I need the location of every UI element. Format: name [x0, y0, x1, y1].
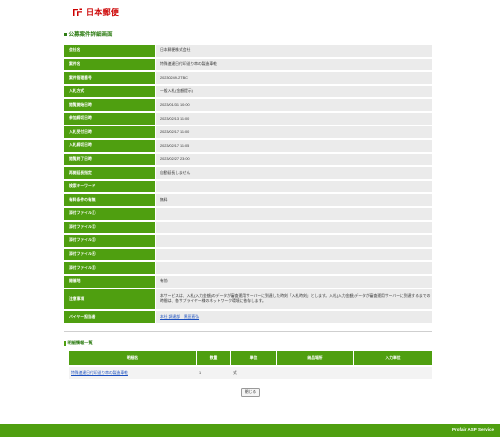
detail-row: 添付ファイル② — [64, 221, 432, 234]
detail-label: 閲覧開始日時 — [64, 99, 156, 111]
col-header-place: 納品場所 — [277, 351, 354, 365]
detail-row: 有料条件の有無 無料 — [64, 194, 432, 207]
detail-value: 2023/02/13 11:00 — [156, 112, 432, 125]
close-button[interactable]: 閉じる — [241, 388, 260, 397]
item-place — [277, 367, 354, 379]
detail-row: 検索キーワード — [64, 180, 432, 193]
items-table-header: 明細名 数量 単位 納品場所 入力単位 — [69, 351, 432, 365]
detail-label: 閲覧終了日時 — [64, 153, 156, 166]
footer: Profair ASP Service — [0, 424, 500, 437]
detail-value: 日本郵便株式会社 — [156, 45, 432, 57]
items-section-title: 明細情報一覧 — [64, 340, 93, 346]
detail-value: 2023/02/27 23:00 — [156, 153, 432, 166]
detail-value: 特殊速達日付印送り串の製造車乾 — [156, 58, 432, 71]
logo-text: 日本郵便 — [86, 7, 120, 17]
items-table: 明細名 数量 単位 納品場所 入力単位 特殊速達日付印送り串の製造車乾 1 式 — [69, 351, 432, 379]
detail-value — [156, 180, 432, 193]
detail-value: 20230249-2TBC — [156, 72, 432, 84]
detail-value — [156, 221, 432, 234]
items-section-title-text: 明細情報一覧 — [67, 340, 93, 345]
detail-label: 検索キーワード — [64, 180, 156, 193]
detail-value: 2023/01/31 10:00 — [156, 99, 432, 111]
detail-row: 会社名 日本郵便株式会社 — [64, 45, 432, 57]
detail-label: 入札方式 — [64, 85, 156, 98]
col-header-unit: 単位 — [231, 351, 277, 365]
item-name-link[interactable]: 特殊速達日付印送り串の製造車乾 — [71, 371, 128, 376]
buyer-contact-link[interactable]: 本社 調達部 黒田直弘 — [160, 315, 199, 320]
item-unit: 式 — [233, 370, 237, 375]
detail-row: 入札締切日時 2023/02/17 11:05 — [64, 140, 432, 152]
detail-label: 注意事項 — [64, 289, 156, 310]
col-header-name: 明細名 — [69, 351, 197, 365]
detail-row: 参加締切日時 2023/02/13 11:00 — [64, 112, 432, 125]
detail-label: 添付ファイル① — [64, 207, 156, 220]
detail-row: 入札受付日時 2023/02/17 11:00 — [64, 126, 432, 139]
detail-label: 添付ファイル⑤ — [64, 262, 156, 274]
detail-label: バイヤー担当者 — [64, 311, 156, 323]
detail-label: 案件管理番号 — [64, 72, 156, 84]
detail-value: 一般入札(金額提示) — [156, 85, 432, 98]
detail-label: 有料条件の有無 — [64, 194, 156, 207]
detail-label: 入札締切日時 — [64, 140, 156, 152]
detail-value: 無料 — [156, 194, 432, 207]
detail-row: 入札方式 一般入札(金額提示) — [64, 85, 432, 98]
detail-label: 再開延長指定 — [64, 167, 156, 179]
detail-value — [156, 235, 432, 247]
section-bar-icon — [64, 340, 66, 346]
item-input-unit — [354, 367, 432, 379]
detail-label: 添付ファイル③ — [64, 235, 156, 247]
table-row: 特殊速達日付印送り串の製造車乾 1 式 — [69, 367, 432, 379]
detail-row: 添付ファイル① — [64, 207, 432, 220]
header: 日本郵便 — [72, 6, 119, 18]
detail-row: 添付ファイル③ — [64, 235, 432, 247]
detail-value: 2023/02/17 11:00 — [156, 126, 432, 139]
detail-row: 案件管理番号 20230249-2TBC — [64, 72, 432, 84]
detail-row: バイヤー担当者 本社 調達部 黒田直弘 — [64, 311, 432, 323]
detail-value: 2023/02/17 11:05 — [156, 140, 432, 152]
detail-label: 案件名 — [64, 58, 156, 71]
detail-row: 案件名 特殊速達日付印送り串の製造車乾 — [64, 58, 432, 71]
detail-label: 添付ファイル② — [64, 221, 156, 234]
detail-label: 参加締切日時 — [64, 112, 156, 125]
detail-label: 添付ファイル④ — [64, 248, 156, 261]
title-bullet-icon — [64, 32, 67, 36]
detail-row: 閲覧終了日時 2023/02/27 23:00 — [64, 153, 432, 166]
detail-label: 会社名 — [64, 45, 156, 57]
detail-value: 有効 — [156, 275, 432, 288]
detail-value: 本サービスは、入札(入力金額)のデータが審査運用サーバーに到達した時刻「入札時刻… — [156, 289, 432, 310]
detail-row: 添付ファイル⑤ — [64, 262, 432, 274]
page-title-text: 公募案件詳細画面 — [68, 32, 113, 38]
detail-label: 入札受付日時 — [64, 126, 156, 139]
detail-row: 閲覧開始日時 2023/01/31 10:00 — [64, 99, 432, 111]
section-divider — [64, 331, 432, 332]
page-title: 公募案件詳細画面 — [64, 30, 113, 38]
detail-row: 再開延長指定 自動延長しません — [64, 167, 432, 179]
detail-value — [156, 262, 432, 274]
detail-row: 開催地 有効 — [64, 275, 432, 288]
jp-post-logo-icon — [72, 8, 83, 17]
detail-value — [156, 207, 432, 220]
col-header-input-unit: 入力単位 — [385, 355, 401, 360]
detail-row: 添付ファイル④ — [64, 248, 432, 261]
footer-text: Profair ASP Service — [451, 427, 494, 432]
item-qty: 1 — [199, 371, 202, 375]
detail-label: 開催地 — [64, 275, 156, 288]
detail-value — [156, 248, 432, 261]
detail-table: 会社名 日本郵便株式会社 案件名 特殊速達日付印送り串の製造車乾 案件管理番号 20230… — [64, 45, 432, 325]
detail-value: 自動延長しません — [156, 167, 432, 179]
detail-value: 本社 調達部 黒田直弘 — [156, 311, 432, 323]
col-header-qty: 数量 — [197, 351, 231, 365]
detail-row: 注意事項 本サービスは、入札(入力金額)のデータが審査運用サーバーに到達した時刻「… — [64, 289, 432, 310]
